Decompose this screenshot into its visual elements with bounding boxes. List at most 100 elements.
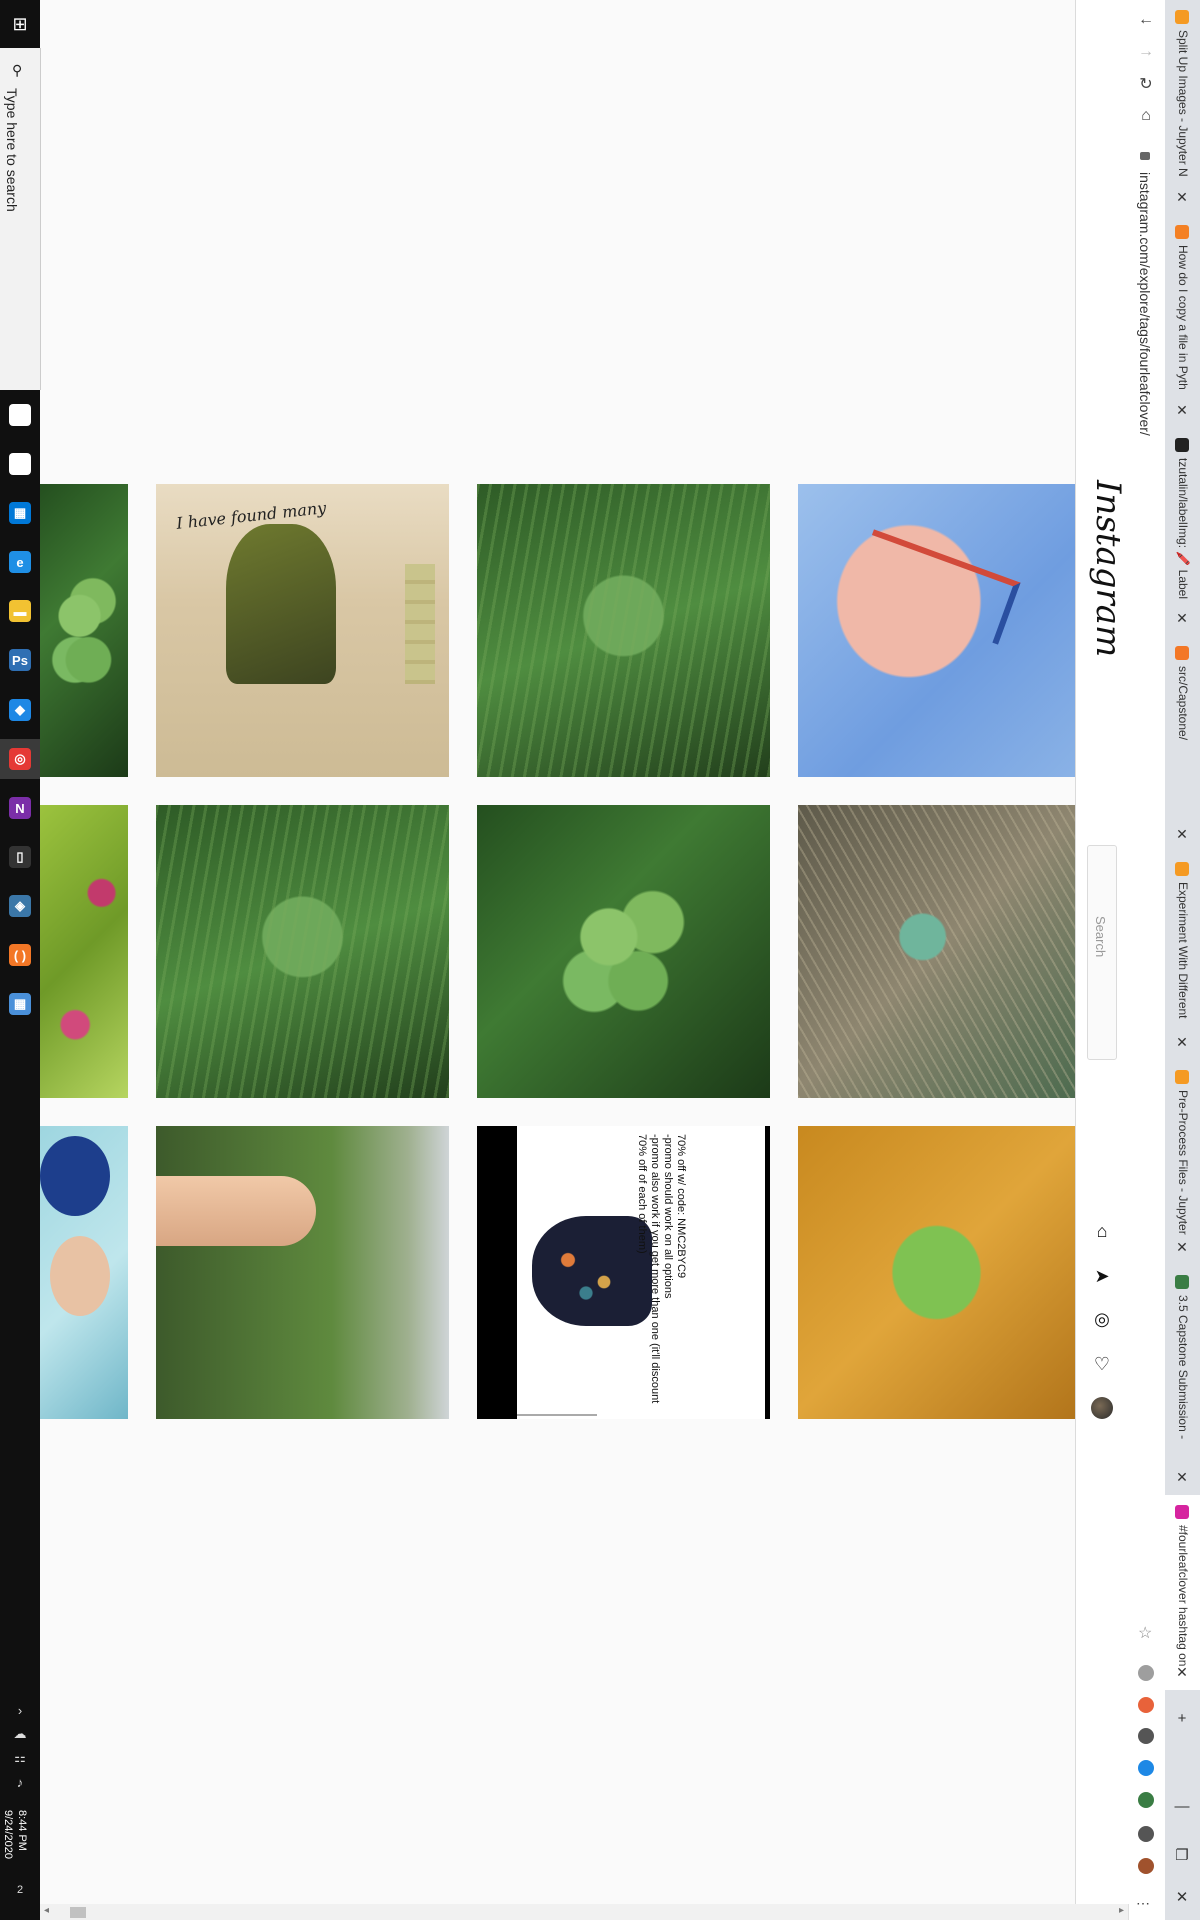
terminal-icon[interactable]: ▯ [0,837,40,877]
post-collage[interactable]: I have found many [156,484,449,777]
post-partial-clover-1[interactable] [40,484,128,777]
bookmark-star-icon[interactable]: ☆ [1138,1626,1154,1642]
tab-close-icon[interactable]: ✕ [1174,1239,1190,1256]
onedrive-icon[interactable]: ☁ [0,1724,40,1744]
windows-taskbar: ⊞ ⚲ Type here to search ○ ⧉ ▦ e ▬ Ps ◆ ◎ N ▯ ◈ ( ) ▦… [0,0,41,1920]
tab-title: Pre-Process Files - Jupyter [1176,1090,1190,1235]
terminal-glyph: ▯ [9,846,31,868]
ad-text-line: 70% off of each of them) [636,1134,648,1254]
grammarly-icon[interactable] [1138,1665,1154,1681]
file-explorer-icon[interactable]: ▬ [0,591,40,631]
network-icon[interactable]: ⚏ [0,1748,40,1768]
new-tab-button[interactable]: + [1164,1710,1200,1727]
taskbar-search-box[interactable]: ⚲ Type here to search [0,48,41,390]
tab-close-icon[interactable]: ✕ [1174,1034,1190,1051]
tab-close-icon[interactable]: ✕ [1174,826,1190,843]
post-tattoo[interactable] [798,484,1075,777]
post-partial-pink[interactable] [40,805,128,1098]
tab-title: 3.5 Capstone Submission - [1176,1295,1190,1440]
notification-count: 2 [16,1884,24,1896]
vscode-icon[interactable]: ◆ [0,690,40,730]
scroll-left-icon[interactable]: ◂ [44,1905,49,1916]
tattoo-ink [851,529,1021,645]
browser-menu-icon[interactable]: ⋯ [1136,1895,1150,1912]
forward-button[interactable]: → [1134,40,1158,64]
collage-strip [405,564,435,684]
browser-tab[interactable]: Pre-Process Files - Jupyter ✕ [1164,1060,1200,1265]
restore-button[interactable]: ❐ [1164,1846,1200,1864]
home-icon[interactable]: ⌂ [1090,1219,1114,1243]
post-ad-dress[interactable]: 70% off w/ code: NMC2BYC9 -promo should w… [477,1126,770,1419]
notification-center-icon[interactable]: 2 [0,1878,40,1902]
activity-heart-icon[interactable]: ♡ [1090,1352,1114,1376]
horizontal-scrollbar[interactable]: ◂ ▸ [40,1904,1128,1920]
post-single-leaf[interactable] [798,1126,1075,1419]
instagram-search-placeholder: Search [1093,916,1108,958]
explore-icon[interactable]: ◎ [1090,1307,1114,1331]
ad-text: 70% off w/ code: NMC2BYC9 -promo should w… [635,1134,687,1403]
windows-start-icon[interactable]: ⊞ [0,0,40,48]
microsoft-store-glyph: ▦ [9,502,31,524]
extension-green-icon[interactable] [1138,1792,1154,1808]
tab-title: Experiment With Different [1176,882,1190,1019]
browser-tab[interactable]: 3.5 Capstone Submission - ✕ [1164,1265,1200,1495]
profile-icon[interactable] [1138,1858,1154,1874]
photoshop-icon[interactable]: Ps [0,640,40,680]
instagram-logo[interactable]: Instagram [1088,480,1128,657]
browser-tab[interactable]: Split Up Images - Jupyter N ✕ [1164,0,1200,215]
tab-favicon-icon [1175,225,1189,239]
instagram-search-input[interactable]: Search [1087,845,1117,1060]
adblock-icon[interactable] [1138,1697,1154,1713]
taskbar-search-placeholder: Type here to search [4,88,20,212]
browser-tab[interactable]: tzutalin/labelImg: 🖍️ Label ✕ [1164,428,1200,636]
scrollbar-thumb[interactable] [70,1907,86,1918]
tab-close-icon[interactable]: ✕ [1174,610,1190,627]
tab-close-icon[interactable]: ✕ [1174,189,1190,206]
volume-icon[interactable]: ♪ [0,1772,40,1792]
home-button[interactable]: ⌂ [1134,104,1158,128]
ad-text-line: -promo also work if you get more than on… [649,1134,661,1404]
post-clover-dry[interactable] [798,805,1075,1098]
post-partial-person[interactable] [40,1126,128,1419]
clock-time: 8:44 PM [16,1810,28,1851]
chevron-up-icon[interactable]: › [0,1700,40,1720]
edge-icon[interactable]: e [0,542,40,582]
back-button[interactable]: ← [1134,8,1158,32]
onenote-icon[interactable]: N [0,788,40,828]
scroll-right-icon[interactable]: ▸ [1119,1905,1124,1916]
browser-tab[interactable]: src/Capstone/ ✕ [1164,636,1200,852]
post-clover-grass-2[interactable] [156,805,449,1098]
tab-title: #fourleafclover hashtag on [1176,1525,1190,1667]
vscode-glyph: ◆ [9,699,31,721]
browser-tab[interactable]: Experiment With Different ✕ [1164,852,1200,1060]
task-view-icon[interactable]: ⧉ [0,444,40,484]
chrome-icon[interactable]: ◎ [0,739,40,779]
browser-tab[interactable]: How do I copy a file in Pyth ✕ [1164,215,1200,428]
puzzle-icon[interactable] [1138,1826,1154,1842]
calculator-icon[interactable]: ▦ [0,984,40,1024]
tab-title: tzutalin/labelImg: 🖍️ Label [1176,458,1190,600]
tab-close-icon[interactable]: ✕ [1174,1469,1190,1486]
post-hand-grass[interactable] [156,1126,449,1419]
microsoft-store-icon[interactable]: ▦ [0,493,40,533]
python-icon[interactable]: ◈ [0,886,40,926]
carousel-icon [739,1394,755,1410]
cortana-icon[interactable]: ○ [0,395,40,435]
address-bar[interactable]: instagram.com/explore/tags/fourleafclove… [1128,150,1164,1600]
extension-blue-icon[interactable] [1138,1760,1154,1776]
jupyter-icon[interactable]: ( ) [0,935,40,975]
lock-icon [1140,152,1150,160]
profile-avatar[interactable] [1091,1397,1113,1419]
minimize-button[interactable]: — [1164,1798,1200,1815]
browser-tab[interactable]: #fourleafclover hashtag on ✕ [1164,1495,1200,1690]
reload-button[interactable]: ↻ [1134,72,1158,96]
close-window-button[interactable]: ✕ [1164,1888,1200,1906]
tab-close-icon[interactable]: ✕ [1174,1664,1190,1681]
direct-icon[interactable]: ➤ [1090,1264,1114,1288]
post-clover-grass-1[interactable] [477,484,770,777]
tab-close-icon[interactable]: ✕ [1174,402,1190,419]
tab-favicon-icon [1175,646,1189,660]
search-icon: ⚲ [12,62,23,78]
post-clover-grass-3[interactable] [477,805,770,1098]
dark-mode-icon[interactable] [1138,1728,1154,1744]
